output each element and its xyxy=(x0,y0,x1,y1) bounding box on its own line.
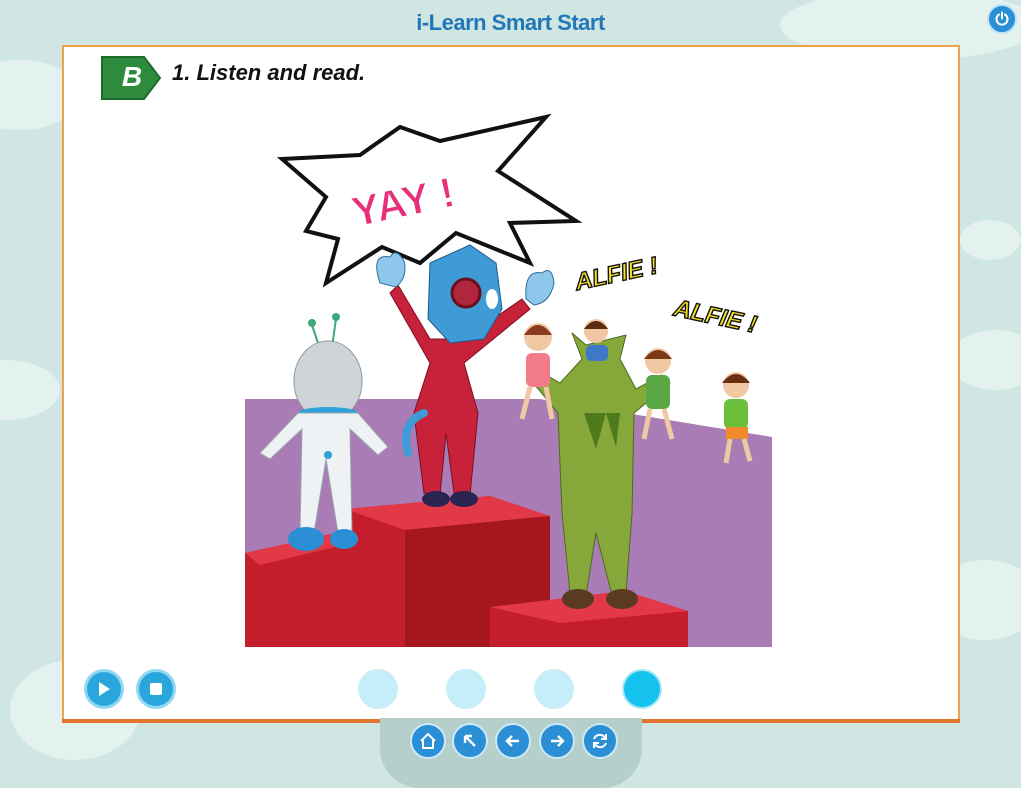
arrow-up-left-icon xyxy=(463,734,476,747)
page-dot[interactable] xyxy=(446,669,486,709)
page-dot-active[interactable] xyxy=(622,669,662,709)
refresh-button[interactable] xyxy=(582,723,618,759)
background-cloud xyxy=(0,360,60,420)
story-illustration: YAY ! ALFIE ! ALFIE ! xyxy=(245,113,772,647)
play-icon xyxy=(99,682,110,696)
back-to-menu-button[interactable] xyxy=(452,723,488,759)
background-cloud xyxy=(950,330,1021,390)
home-icon xyxy=(420,732,436,749)
app-title: i-Learn Smart Start xyxy=(416,10,605,35)
background-cloud xyxy=(960,220,1020,260)
home-button[interactable] xyxy=(410,723,446,759)
next-button[interactable] xyxy=(539,723,575,759)
power-button[interactable] xyxy=(987,4,1017,34)
lesson-page: B 1. Listen and read. YAY ! ALFIE ! ALFI… xyxy=(62,45,960,721)
section-badge-letter: B xyxy=(121,61,143,92)
chant-label: ALFIE ! xyxy=(670,295,759,339)
chant-label: ALFIE ! xyxy=(572,252,661,296)
play-button[interactable] xyxy=(84,669,124,709)
instruction-text: 1. Listen and read. xyxy=(172,60,366,85)
stop-button[interactable] xyxy=(136,669,176,709)
page-dot[interactable] xyxy=(534,669,574,709)
previous-button[interactable] xyxy=(495,723,531,759)
app-window: { "app": { "title": "i-Learn Smart Start… xyxy=(0,0,1021,788)
refresh-icon xyxy=(593,733,607,749)
arrow-right-icon xyxy=(551,735,565,747)
stop-icon xyxy=(150,683,162,695)
page-dot[interactable] xyxy=(358,669,398,709)
arrow-left-icon xyxy=(505,735,519,747)
power-icon xyxy=(995,11,1009,26)
